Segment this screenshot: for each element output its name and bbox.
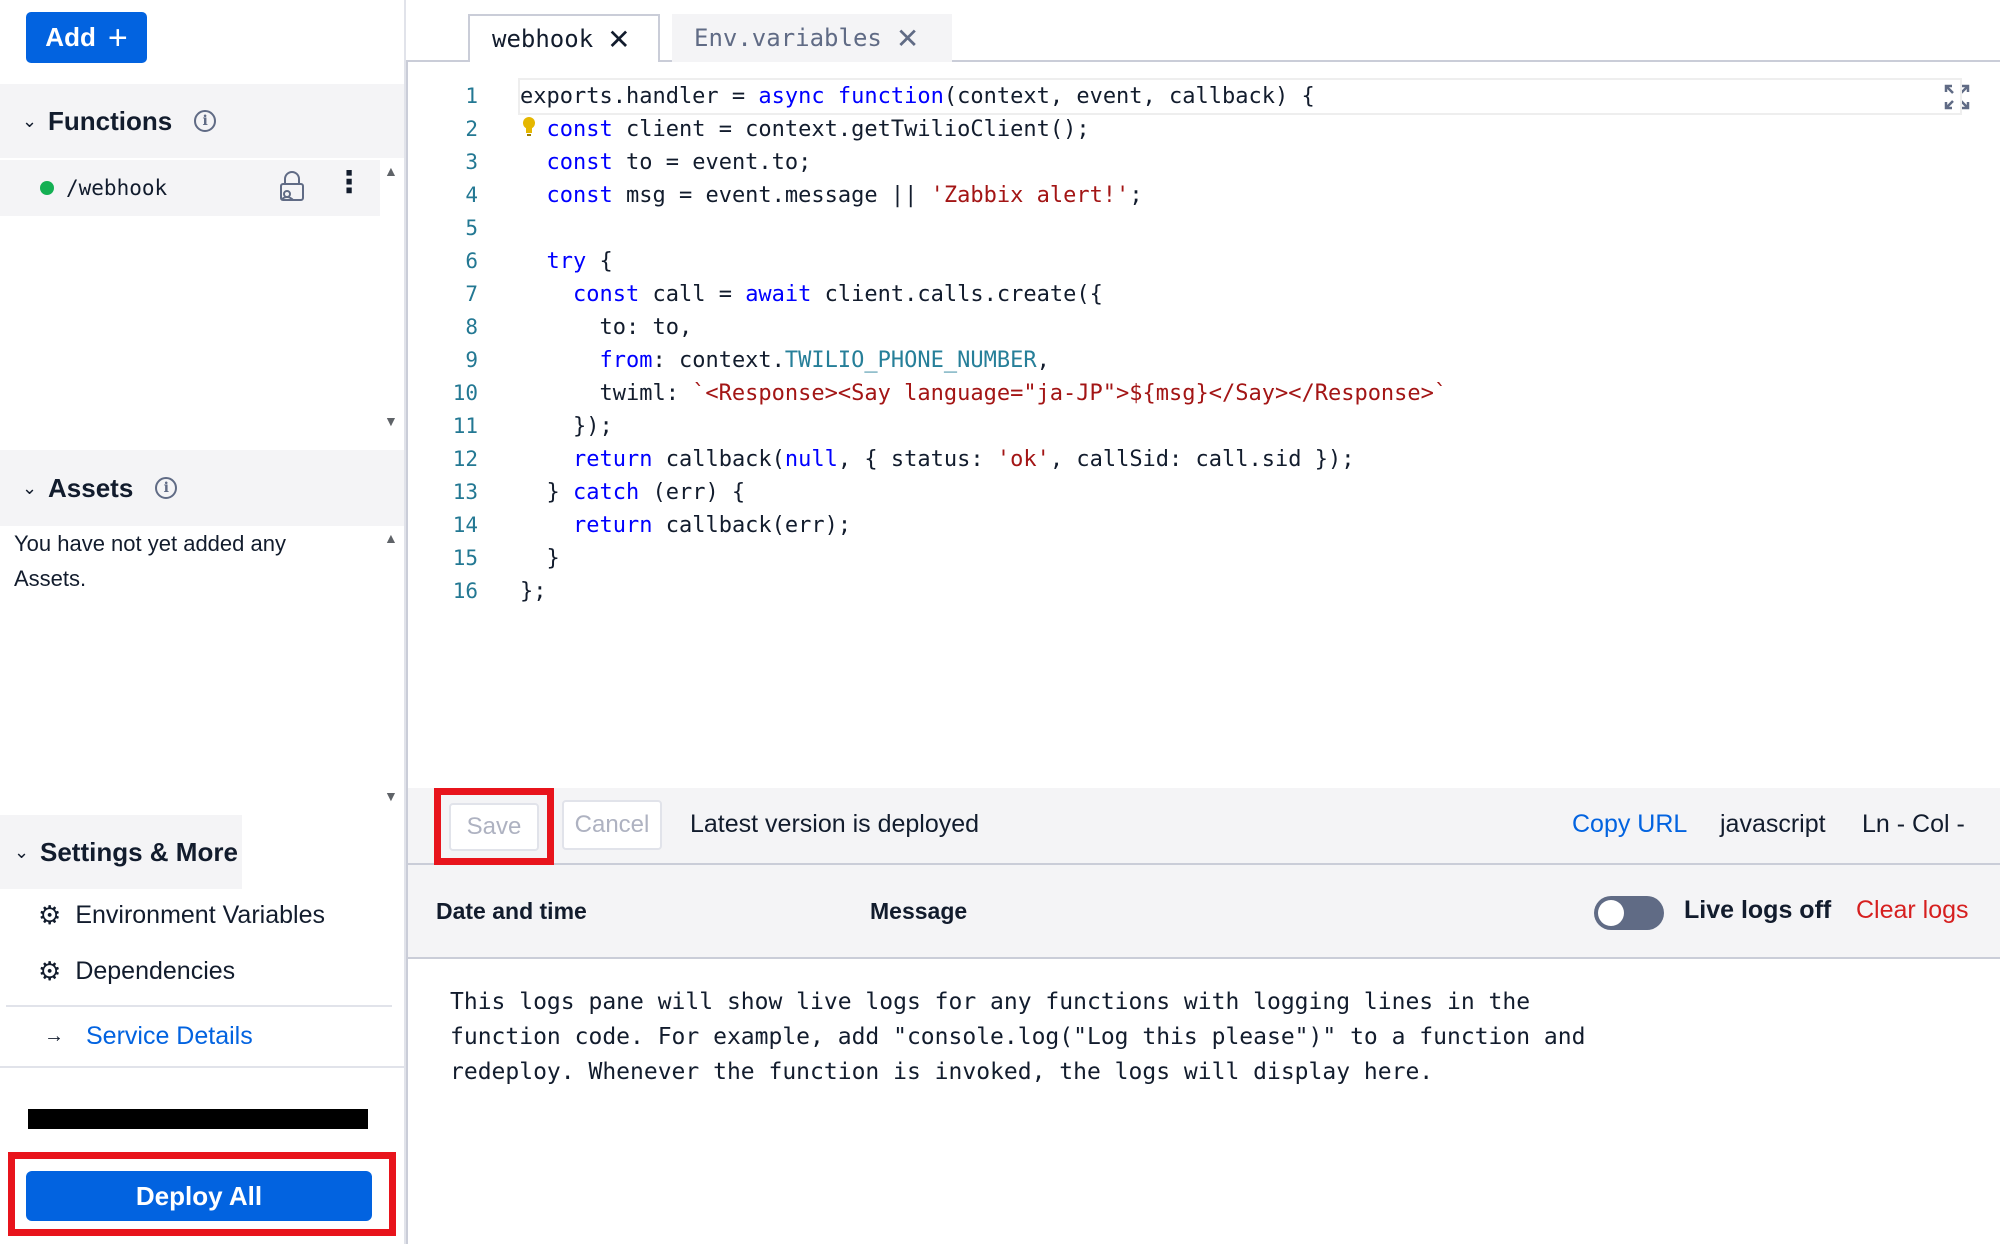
close-icon[interactable]: ✕: [607, 23, 630, 56]
sidebar: Add + ⌄ Functions i /webhook ⋮ ▲ ▼ ⌄ Ass…: [0, 0, 406, 1244]
environment-variables-label: Environment Variables: [75, 901, 325, 929]
logs-pane: This logs pane will show live logs for a…: [406, 959, 2000, 1244]
assets-empty-message: You have not yet added any Assets.: [14, 531, 286, 591]
line-number: 14: [452, 513, 478, 537]
scroll-down-icon[interactable]: ▼: [384, 788, 398, 804]
code-line[interactable]: return callback(null, { status: 'ok', ca…: [520, 443, 1960, 476]
divider: [6, 1005, 392, 1007]
scroll-up-icon[interactable]: ▲: [384, 163, 398, 179]
line-number: 2: [465, 117, 478, 141]
divider: [0, 1066, 404, 1068]
function-path: /webhook: [66, 176, 168, 200]
logs-placeholder-text: This logs pane will show live logs for a…: [450, 989, 1600, 1085]
code-line[interactable]: } catch (err) {: [520, 476, 1960, 509]
code-editor[interactable]: 1 2 3 4 5 6 7 8 9 10 11 12 13 14 15 16 e…: [406, 62, 2000, 788]
language-indicator[interactable]: javascript: [1720, 810, 1826, 839]
code-line[interactable]: return callback(err);: [520, 509, 1960, 542]
more-options-icon[interactable]: ⋮: [334, 168, 364, 198]
clear-logs-link[interactable]: Clear logs: [1856, 896, 1969, 925]
line-number: 6: [465, 249, 478, 273]
chevron-down-icon[interactable]: ⌄: [22, 478, 48, 499]
line-number: 4: [465, 183, 478, 207]
functions-title: Functions: [48, 105, 173, 136]
close-icon[interactable]: ✕: [896, 22, 919, 55]
assets-title: Assets: [48, 472, 134, 503]
chevron-down-icon[interactable]: ⌄: [22, 111, 48, 132]
logs-header: Date and time Message Live logs off Clea…: [406, 865, 2000, 959]
status-dot: [40, 181, 54, 195]
code-line[interactable]: });: [520, 410, 1960, 443]
visibility-lock-icon[interactable]: [276, 170, 308, 204]
cancel-button[interactable]: Cancel: [562, 800, 662, 850]
assets-section-header[interactable]: ⌄ Assets i: [0, 450, 404, 526]
code-line[interactable]: };: [520, 575, 1960, 608]
code-line[interactable]: [520, 212, 1960, 245]
line-number: 8: [465, 315, 478, 339]
code-line[interactable]: to: to,: [520, 311, 1960, 344]
cursor-position: Ln - Col -: [1862, 810, 1965, 838]
deploy-status-text: Latest version is deployed: [690, 810, 980, 838]
live-logs-toggle[interactable]: [1594, 896, 1664, 930]
live-logs-label: Live logs off: [1684, 896, 1832, 924]
gear-icon: ⚙: [38, 900, 62, 930]
line-number: 7: [465, 282, 478, 306]
code-line[interactable]: const msg = event.message || 'Zabbix ale…: [520, 179, 1960, 212]
line-number: 1: [465, 84, 478, 108]
settings-title: Settings & More: [40, 836, 238, 867]
settings-section-header[interactable]: ⌄ Settings & More: [0, 815, 242, 889]
line-number: 9: [465, 348, 478, 372]
gear-icon: ⚙: [38, 956, 62, 986]
tab-strip: webhook ✕ Env.variables ✕: [406, 0, 2000, 64]
tab-label: webhook: [492, 25, 594, 53]
function-item-webhook[interactable]: /webhook ⋮: [0, 160, 380, 216]
line-number: 12: [452, 447, 478, 471]
column-message: Message: [870, 898, 968, 924]
toggle-knob: [1598, 900, 1624, 926]
redacted-bar: [28, 1109, 368, 1129]
line-number: 16: [452, 579, 478, 603]
environment-variables-link[interactable]: ⚙ Environment Variables: [38, 900, 325, 931]
functions-section-header[interactable]: ⌄ Functions i: [0, 84, 404, 158]
tab-env-variables[interactable]: Env.variables ✕: [672, 14, 952, 62]
service-details-link[interactable]: → Service Details: [44, 1022, 253, 1051]
code-line[interactable]: const client = context.getTwilioClient()…: [520, 113, 1960, 146]
chevron-down-icon[interactable]: ⌄: [14, 842, 40, 863]
line-number-gutter: 1 2 3 4 5 6 7 8 9 10 11 12 13 14 15 16: [408, 80, 478, 608]
code-line[interactable]: const to = event.to;: [520, 146, 1960, 179]
code-line[interactable]: from: context.TWILIO_PHONE_NUMBER,: [520, 344, 1960, 377]
dependencies-link[interactable]: ⚙ Dependencies: [38, 956, 235, 987]
line-number: 5: [465, 216, 478, 240]
code-line[interactable]: const call = await client.calls.create({: [520, 278, 1960, 311]
deploy-all-button[interactable]: Deploy All: [26, 1171, 372, 1221]
code-line[interactable]: exports.handler = async function(context…: [518, 78, 1962, 115]
scroll-up-icon[interactable]: ▲: [384, 530, 398, 546]
info-icon[interactable]: i: [194, 110, 217, 132]
scroll-down-icon[interactable]: ▼: [384, 413, 398, 429]
tab-label: Env.variables: [694, 24, 882, 52]
column-date-time: Date and time: [436, 898, 587, 924]
add-button-label: Add: [45, 22, 96, 52]
add-button[interactable]: Add +: [26, 12, 147, 63]
line-number: 3: [465, 150, 478, 174]
service-details-label: Service Details: [86, 1022, 253, 1050]
dependencies-label: Dependencies: [75, 957, 236, 985]
code-line[interactable]: try {: [520, 245, 1960, 278]
editor-toolbar: Save Cancel Latest version is deployed C…: [406, 788, 2000, 865]
code-area[interactable]: exports.handler = async function(context…: [518, 78, 1962, 608]
line-number: 15: [452, 546, 478, 570]
line-number: 11: [452, 414, 478, 438]
tab-webhook[interactable]: webhook ✕: [468, 14, 660, 64]
code-line[interactable]: }: [520, 542, 1960, 575]
line-number: 10: [452, 381, 478, 405]
copy-url-link[interactable]: Copy URL: [1572, 810, 1687, 839]
line-number: 13: [452, 480, 478, 504]
main-panel: webhook ✕ Env.variables ✕ 1 2 3 4 5 6 7 …: [406, 0, 2000, 1244]
plus-icon: +: [107, 18, 128, 57]
arrow-right-icon: →: [44, 1025, 64, 1047]
save-button[interactable]: Save: [449, 803, 539, 851]
info-icon[interactable]: i: [155, 477, 178, 499]
code-line[interactable]: twiml: `<Response><Say language="ja-JP">…: [520, 377, 1960, 410]
